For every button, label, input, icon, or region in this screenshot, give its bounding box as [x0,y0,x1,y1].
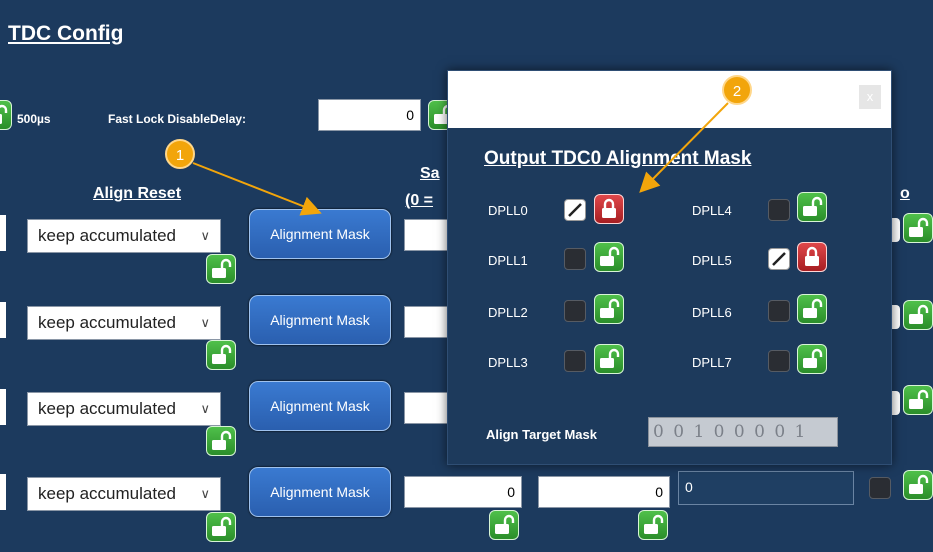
annotation-arrows [192,102,729,216]
annotation-badge-1: 1 [165,139,195,169]
annotation-arrow-2 [639,102,729,193]
annotation-arrow-1 [192,162,322,216]
annotation-badge-2: 2 [722,75,752,105]
